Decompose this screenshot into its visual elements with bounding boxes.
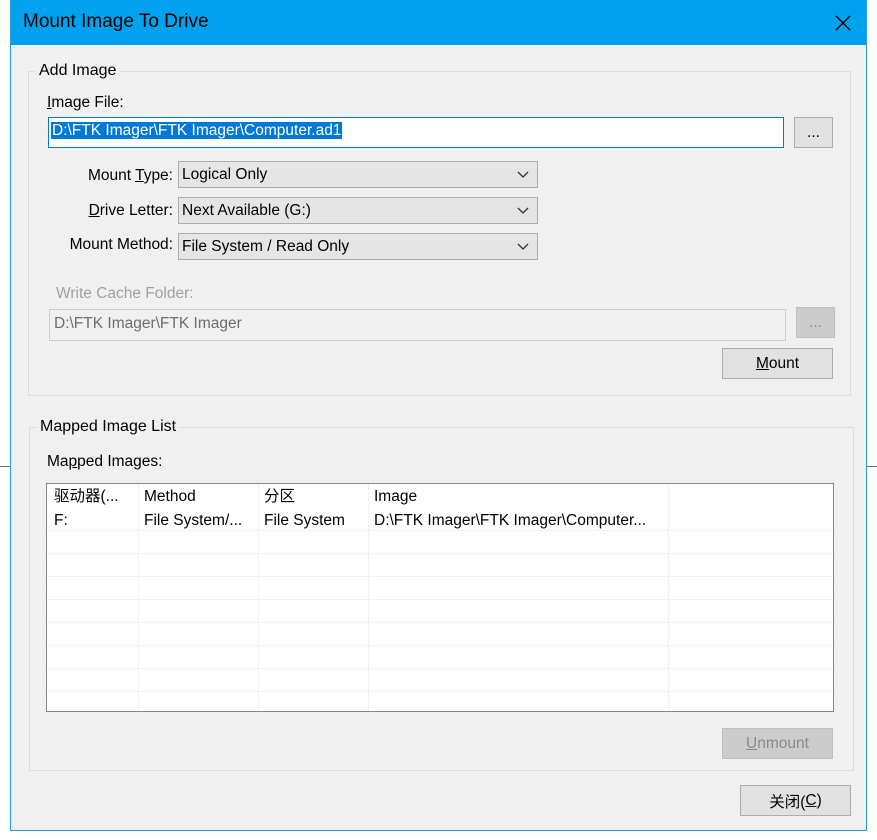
close-window-button[interactable] bbox=[820, 0, 866, 45]
mount-method-select[interactable]: File System / Read Only bbox=[178, 233, 538, 260]
chevron-down-icon bbox=[517, 243, 529, 250]
column-header-method[interactable]: Method bbox=[144, 487, 256, 507]
table-row-cell-method[interactable]: File System/... bbox=[144, 511, 256, 531]
mapped-images-list[interactable]: 驱动器(... Method 分区 Image F: File System/.… bbox=[46, 483, 834, 712]
browse-cache-button[interactable]: ... bbox=[796, 307, 835, 338]
table-row-cell-partition[interactable]: File System bbox=[264, 511, 364, 531]
write-cache-folder-value: D:\FTK Imager\FTK Imager bbox=[54, 315, 242, 332]
add-image-group-label: Add Image bbox=[35, 61, 121, 81]
list-row-line bbox=[47, 622, 833, 623]
image-file-input[interactable]: D:\FTK Imager\FTK Imager\Computer.ad1 bbox=[48, 117, 784, 148]
mount-method-label: Mount Method: bbox=[69, 236, 173, 253]
mount-button[interactable]: Mount bbox=[722, 348, 833, 379]
column-header-drive[interactable]: 驱动器(... bbox=[54, 487, 136, 507]
write-cache-folder-label: Write Cache Folder: bbox=[56, 285, 194, 302]
drive-letter-select[interactable]: Next Available (G:) bbox=[178, 197, 538, 224]
mount-type-value: Logical Only bbox=[182, 166, 268, 183]
column-header-partition[interactable]: 分区 bbox=[264, 487, 364, 507]
browse-image-button[interactable]: ... bbox=[794, 117, 833, 148]
mount-type-label: Mount Type: bbox=[87, 167, 173, 184]
list-row-line bbox=[47, 691, 833, 692]
close-icon bbox=[835, 15, 851, 30]
list-row-line bbox=[47, 576, 833, 577]
table-row-cell-drive[interactable]: F: bbox=[54, 511, 136, 531]
mount-image-dialog: Mount Image To Drive Add Image Image Fil… bbox=[10, 0, 867, 831]
mapped-image-list-group-label: Mapped Image List bbox=[36, 417, 181, 437]
list-row-line bbox=[47, 599, 833, 600]
write-cache-folder-input[interactable]: D:\FTK Imager\FTK Imager bbox=[49, 309, 786, 341]
list-row-line bbox=[47, 645, 833, 646]
title-bar[interactable]: Mount Image To Drive bbox=[11, 0, 866, 45]
close-button[interactable]: 关闭(C) bbox=[740, 785, 851, 816]
column-header-image[interactable]: Image bbox=[374, 487, 666, 507]
table-row-cell-image[interactable]: D:\FTK Imager\FTK Imager\Computer... bbox=[374, 511, 666, 531]
chevron-down-icon bbox=[517, 207, 529, 214]
image-file-label: Image File: bbox=[47, 94, 124, 111]
mount-method-value: File System / Read Only bbox=[182, 238, 350, 255]
drive-letter-label: Drive Letter: bbox=[88, 202, 173, 219]
chevron-down-icon bbox=[517, 171, 529, 178]
image-file-value: D:\FTK Imager\FTK Imager\Computer.ad1 bbox=[51, 122, 343, 139]
list-row-line bbox=[47, 553, 833, 554]
unmount-button[interactable]: Unmount bbox=[722, 728, 833, 759]
drive-letter-value: Next Available (G:) bbox=[182, 202, 311, 219]
mapped-images-label: Mapped Images: bbox=[47, 453, 163, 470]
window-title: Mount Image To Drive bbox=[23, 11, 209, 32]
mount-type-select[interactable]: Logical Only bbox=[178, 161, 538, 188]
list-row-line bbox=[47, 668, 833, 669]
